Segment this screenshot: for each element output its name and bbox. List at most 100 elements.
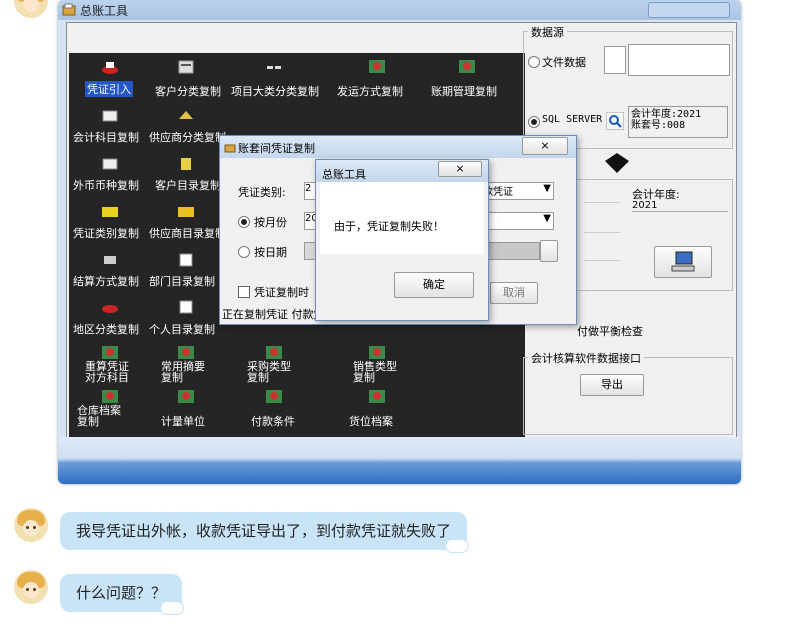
chevron-down-icon: ▼ bbox=[543, 213, 551, 224]
app-icon bbox=[62, 3, 76, 16]
file-browse-button[interactable] bbox=[604, 46, 626, 74]
close-icon: ⨯ bbox=[455, 162, 465, 175]
tool-supplier-category[interactable]: 供应商分类复制 bbox=[149, 129, 226, 145]
export-group-title: 会计核算软件数据接口 bbox=[528, 350, 644, 366]
main-area: 凭证引入 客户分类复制 项目大类分类复制 发运方式复制 账期管理复制 会计科目复… bbox=[66, 22, 737, 439]
book-label: 账套号: bbox=[631, 120, 668, 131]
tool-project-category[interactable]: 项目大类分类复制 bbox=[231, 83, 319, 99]
tool-warehouse-file[interactable]: 仓库档案复制 bbox=[77, 405, 121, 427]
tool-common-summary[interactable]: 常用摘要复制 bbox=[161, 361, 205, 383]
chevron-down-icon: ▼ bbox=[543, 183, 551, 194]
tool-storage-location[interactable]: 货位档案 bbox=[349, 413, 393, 429]
tool-supplier-directory[interactable]: 供应商目录复制 bbox=[149, 225, 226, 241]
chat-message-text: 我导凭证出外帐，收款凭证导出了，到付款凭证就失败了 bbox=[76, 522, 452, 540]
tool-currency[interactable]: 外币币种复制 bbox=[73, 177, 139, 193]
sql-server-label: SQL SERVER bbox=[542, 114, 603, 125]
date-picker-button[interactable] bbox=[540, 240, 558, 262]
tool-shipping-method[interactable]: 发运方式复制 bbox=[337, 83, 403, 99]
computer-button[interactable] bbox=[654, 246, 712, 278]
personal-directory-icon bbox=[179, 300, 193, 314]
file-data-label: 文件数据 bbox=[542, 56, 586, 69]
tool-department-directory[interactable]: 部门目录复制 bbox=[149, 273, 215, 289]
tool-customer-directory[interactable]: 客户目录复制 bbox=[155, 177, 221, 193]
tool-settlement-method[interactable]: 结算方式复制 bbox=[73, 273, 139, 289]
tool-unit-of-measure[interactable]: 计量单位 bbox=[161, 413, 205, 429]
alert-titlebar: 总账工具 ⨯ bbox=[316, 160, 488, 182]
export-group: 会计核算软件数据接口 导出 bbox=[523, 350, 733, 435]
by-month-radio[interactable] bbox=[238, 216, 250, 228]
accounting-subject-icon bbox=[102, 110, 118, 122]
unit-of-measure-icon bbox=[178, 390, 194, 403]
avatar bbox=[14, 0, 48, 18]
taskbar bbox=[58, 437, 741, 484]
dialog-icon bbox=[224, 144, 236, 153]
tool-account-period[interactable]: 账期管理复制 bbox=[431, 83, 497, 99]
target-field-2 bbox=[584, 232, 620, 233]
datasource-label: 数据源 bbox=[528, 24, 567, 40]
close-button[interactable]: ⨯ bbox=[522, 137, 568, 155]
datasource-group: 数据源 文件数据 SQL SERVER 会计年度:2021 账套号:008 bbox=[523, 24, 733, 149]
tool-voucher-import[interactable]: 凭证引入 bbox=[85, 81, 133, 97]
computer-icon bbox=[671, 251, 695, 272]
by-date-label: 按日期 bbox=[254, 246, 287, 259]
sql-server-radio[interactable] bbox=[528, 116, 540, 128]
ok-button[interactable]: 确定 bbox=[394, 272, 474, 298]
supplier-directory-icon bbox=[178, 207, 194, 217]
avatar bbox=[14, 508, 48, 542]
tool-voucher-type[interactable]: 凭证类别复制 bbox=[73, 225, 139, 241]
chat-message-text: 什么问题？？ bbox=[76, 584, 167, 602]
tool-region-category[interactable]: 地区分类复制 bbox=[73, 321, 139, 337]
bubble-tail bbox=[160, 601, 185, 615]
alert-message: 由于，凭证复制失败！ bbox=[334, 220, 444, 233]
window-controls[interactable] bbox=[648, 2, 730, 18]
tool-accounting-subject[interactable]: 会计科目复制 bbox=[73, 129, 139, 145]
avatar bbox=[14, 570, 48, 604]
voucher-import-icon bbox=[102, 62, 118, 74]
tool-recalc-voucher[interactable]: 重算凭证对方科目 bbox=[85, 361, 129, 383]
project-category-icon bbox=[267, 66, 281, 69]
alert-title: 总账工具 bbox=[322, 168, 366, 181]
search-icon[interactable] bbox=[606, 112, 624, 130]
customer-category-icon bbox=[178, 60, 194, 74]
book-value: 008 bbox=[667, 120, 686, 131]
right-select-1[interactable]: 款凭证 ▼ bbox=[482, 182, 554, 200]
alert-close-button[interactable]: ⨯ bbox=[438, 161, 482, 177]
by-month-label: 按月份 bbox=[254, 216, 287, 229]
common-summary-icon bbox=[178, 346, 194, 359]
recalc-voucher-icon bbox=[102, 346, 118, 359]
year-value: 2021 bbox=[677, 109, 702, 120]
shipping-method-icon bbox=[369, 60, 385, 73]
cancel-button[interactable]: 取消 bbox=[490, 282, 538, 304]
copy-option-label: 凭证复制时 bbox=[254, 286, 309, 299]
right-select-2[interactable]: 2▼ bbox=[482, 212, 554, 230]
file-data-radio[interactable] bbox=[528, 56, 540, 68]
voucher-type-label: 凭证类别: bbox=[238, 186, 286, 199]
by-date-radio[interactable] bbox=[238, 246, 250, 258]
bubble-tail bbox=[445, 539, 470, 553]
copy-option-checkbox[interactable] bbox=[238, 286, 250, 298]
export-button[interactable]: 导出 bbox=[580, 374, 644, 396]
arrow-down-icon bbox=[605, 153, 629, 173]
screenshot-frame: 总账工具 凭证引入 客户分类复制 项目大类分类复制 发运方式复制 账期管理复制 … bbox=[58, 0, 741, 484]
tool-personal-directory[interactable]: 个人目录复制 bbox=[149, 321, 215, 337]
voucher-copy-title: 账套间凭证复制 bbox=[238, 142, 315, 155]
payment-terms-icon bbox=[266, 390, 282, 403]
department-directory-icon bbox=[179, 253, 193, 267]
supplier-category-icon bbox=[179, 111, 193, 119]
tool-purchase-type[interactable]: 采购类型复制 bbox=[247, 361, 291, 383]
target-field-3 bbox=[584, 260, 620, 261]
target-field-1 bbox=[584, 202, 620, 203]
region-category-icon bbox=[102, 305, 118, 313]
year-label: 会计年度: bbox=[631, 109, 678, 120]
tool-customer-category[interactable]: 客户分类复制 bbox=[155, 83, 221, 99]
tool-payment-terms[interactable]: 付款条件 bbox=[251, 413, 295, 429]
tool-sales-type[interactable]: 销售类型复制 bbox=[353, 361, 397, 383]
close-icon: ⨯ bbox=[540, 139, 550, 152]
customer-directory-icon bbox=[181, 158, 191, 170]
voucher-type-icon bbox=[102, 207, 118, 217]
file-path-input[interactable] bbox=[628, 44, 730, 76]
alert-dialog: 总账工具 ⨯ 由于，凭证复制失败！ 确定 bbox=[315, 159, 489, 321]
sales-type-icon bbox=[369, 346, 385, 359]
target-year-value: 2021 bbox=[632, 200, 728, 212]
window-titlebar: 总账工具 bbox=[58, 0, 741, 20]
